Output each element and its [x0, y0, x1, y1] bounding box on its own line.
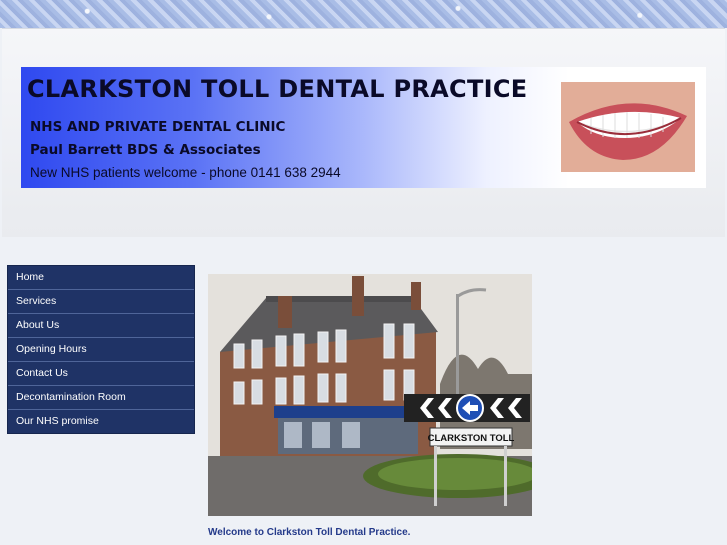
site-title: CLARKSTON TOLL DENTAL PRACTICE [27, 75, 528, 103]
banner-practitioner: Paul Barrett BDS & Associates [30, 142, 261, 158]
street-sign-text: CLARKSTON TOLL [428, 433, 515, 444]
nav-item-home[interactable]: Home [8, 266, 194, 290]
nav-item-opening-hours[interactable]: Opening Hours [8, 338, 194, 362]
nav-item-nhs-promise[interactable]: Our NHS promise [8, 410, 194, 433]
banner-subtitle: NHS AND PRIVATE DENTAL CLINIC [30, 119, 286, 135]
smile-image [561, 82, 695, 172]
nav-item-services[interactable]: Services [8, 290, 194, 314]
practice-building-photo: CLARKSTON TOLL [208, 274, 532, 516]
top-decorative-strip [0, 0, 727, 28]
header-banner: CLARKSTON TOLL DENTAL PRACTICE NHS AND P… [21, 67, 706, 188]
banner-phone-notice: New NHS patients welcome - phone 0141 63… [30, 165, 341, 180]
nav-item-decontamination-room[interactable]: Decontamination Room [8, 386, 194, 410]
nav-item-contact-us[interactable]: Contact Us [8, 362, 194, 386]
welcome-heading: Welcome to Clarkston Toll Dental Practic… [208, 527, 411, 538]
nav-item-about-us[interactable]: About Us [8, 314, 194, 338]
main-navigation: Home Services About Us Opening Hours Con… [7, 265, 195, 434]
